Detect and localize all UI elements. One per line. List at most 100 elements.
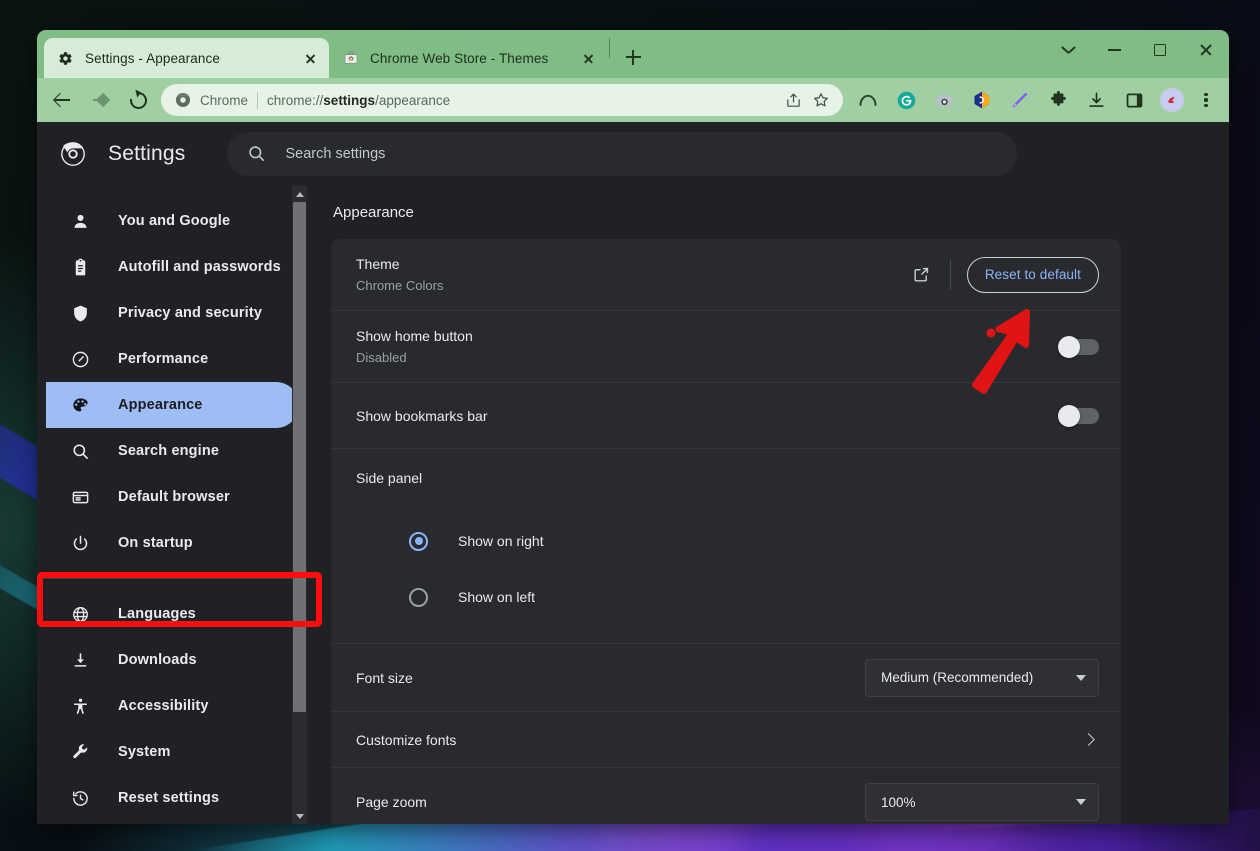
row-label: Side panel bbox=[356, 470, 423, 486]
speedometer-icon bbox=[69, 348, 91, 370]
section-title: Appearance bbox=[333, 204, 414, 221]
chrome-menu-icon[interactable] bbox=[1191, 85, 1221, 115]
radio-show-on-left[interactable]: Show on left bbox=[331, 569, 1121, 625]
arc-extension-icon[interactable] bbox=[851, 83, 885, 117]
show-bookmarks-bar-toggle[interactable] bbox=[1058, 404, 1099, 427]
row-label: Show bookmarks bar bbox=[356, 407, 488, 424]
sidebar-divider bbox=[37, 578, 307, 579]
radio-label: Show on right bbox=[458, 533, 544, 549]
wrench-icon bbox=[69, 741, 91, 763]
page-zoom-control: 100% bbox=[865, 783, 1099, 821]
page-zoom-select[interactable]: 100% bbox=[865, 783, 1099, 821]
history-restore-icon bbox=[69, 787, 91, 809]
forward-icon[interactable] bbox=[83, 83, 117, 117]
omnibox-actions bbox=[779, 86, 835, 114]
row-label: Theme bbox=[356, 256, 400, 272]
settings-body: You and Google Autofill and passwords Pr… bbox=[37, 186, 1229, 824]
sidebar-item-default-browser[interactable]: Default browser bbox=[37, 474, 307, 520]
scrollbar-track[interactable] bbox=[292, 202, 307, 808]
side-panel-icon[interactable] bbox=[1117, 83, 1151, 117]
select-value: Medium (Recommended) bbox=[881, 670, 1034, 685]
downloads-icon[interactable] bbox=[1079, 83, 1113, 117]
sidebar-item-autofill-and-passwords[interactable]: Autofill and passwords bbox=[37, 244, 307, 290]
share-icon[interactable] bbox=[779, 86, 807, 114]
vertical-divider bbox=[949, 259, 951, 290]
profile-avatar-icon[interactable] bbox=[1155, 83, 1189, 117]
close-window-button[interactable] bbox=[1183, 30, 1229, 70]
settings-sidebar: You and Google Autofill and passwords Pr… bbox=[37, 186, 322, 824]
sidebar-item-accessibility[interactable]: Accessibility bbox=[37, 683, 307, 729]
row-font-size[interactable]: Font size Medium (Recommended) bbox=[331, 644, 1121, 712]
tab-strip: Settings - Appearance Chrome Web Store -… bbox=[37, 30, 1229, 78]
tab-close-button[interactable] bbox=[299, 47, 321, 69]
magnifier-icon bbox=[69, 440, 91, 462]
honey-extension-icon[interactable] bbox=[965, 83, 999, 117]
address-bar[interactable]: Chrome chrome://settings/appearance bbox=[161, 84, 843, 116]
search-icon bbox=[247, 144, 267, 164]
scroll-down-arrow-icon[interactable] bbox=[292, 808, 307, 824]
row-theme[interactable]: Theme Chrome Colors Reset to default bbox=[331, 239, 1121, 311]
row-sublabel: Disabled bbox=[356, 350, 407, 365]
new-tab-button[interactable] bbox=[618, 42, 648, 72]
search-input[interactable]: Search settings bbox=[227, 132, 1018, 176]
sidebar-item-downloads[interactable]: Downloads bbox=[37, 637, 307, 683]
tab-chrome-web-store[interactable]: Chrome Web Store - Themes bbox=[329, 38, 607, 78]
maximize-button[interactable] bbox=[1137, 30, 1183, 70]
sidebar-item-privacy-and-security[interactable]: Privacy and security bbox=[37, 290, 307, 336]
radio-button-selected-icon[interactable] bbox=[409, 531, 428, 551]
grammarly-extension-icon[interactable] bbox=[889, 83, 923, 117]
reload-icon[interactable] bbox=[121, 83, 155, 117]
url-prefix: chrome:// bbox=[267, 92, 324, 108]
font-size-select[interactable]: Medium (Recommended) bbox=[865, 658, 1099, 697]
sidebar-item-reset-settings[interactable]: Reset settings bbox=[37, 775, 307, 821]
tab-search-chevron-icon[interactable] bbox=[1045, 30, 1091, 70]
sidebar-item-label: Accessibility bbox=[118, 698, 209, 714]
show-home-button-toggle[interactable] bbox=[1058, 335, 1099, 358]
row-customize-fonts[interactable]: Customize fonts bbox=[331, 712, 1121, 768]
sidebar-item-appearance[interactable]: Appearance bbox=[46, 382, 299, 428]
bookmark-star-icon[interactable] bbox=[807, 86, 835, 114]
row-sublabel: Chrome Colors bbox=[356, 278, 444, 293]
radio-show-on-right[interactable]: Show on right bbox=[331, 513, 1121, 569]
back-icon[interactable] bbox=[45, 83, 79, 117]
sidebar-item-on-startup[interactable]: On startup bbox=[37, 520, 307, 566]
browser-toolbar: Chrome chrome://settings/appearance bbox=[37, 78, 1229, 122]
external-link-icon[interactable] bbox=[904, 257, 940, 293]
extensions-puzzle-icon[interactable] bbox=[1041, 83, 1075, 117]
sidebar-item-label: Privacy and security bbox=[118, 305, 263, 321]
side-panel-header: Side panel bbox=[331, 449, 1121, 507]
home-button-control bbox=[1058, 335, 1099, 358]
reset-to-default-button[interactable]: Reset to default bbox=[966, 256, 1099, 293]
sidebar-scrollbar[interactable] bbox=[292, 186, 307, 824]
page-title: Settings bbox=[108, 142, 186, 165]
sidebar-item-search-engine[interactable]: Search engine bbox=[37, 428, 307, 474]
pen-extension-icon[interactable] bbox=[1003, 83, 1037, 117]
minimize-button[interactable] bbox=[1091, 30, 1137, 70]
tab-separator bbox=[609, 37, 610, 58]
radio-button-icon[interactable] bbox=[409, 587, 428, 607]
scrollbar-thumb[interactable] bbox=[293, 202, 306, 712]
sidebar-item-label: System bbox=[118, 744, 171, 760]
row-page-zoom[interactable]: Page zoom 100% bbox=[331, 768, 1121, 824]
sidebar-item-label: Default browser bbox=[118, 489, 230, 505]
appearance-section: Appearance Theme Chrome Colors Reset to … bbox=[331, 204, 1121, 824]
chevron-right-icon[interactable] bbox=[1082, 733, 1095, 746]
power-icon bbox=[69, 532, 91, 554]
sidebar-item-languages[interactable]: Languages bbox=[37, 591, 307, 637]
chrome-web-store-icon bbox=[342, 50, 359, 67]
tab-close-button[interactable] bbox=[577, 47, 599, 69]
sidebar-item-label: You and Google bbox=[118, 213, 231, 229]
tab-settings-appearance[interactable]: Settings - Appearance bbox=[44, 38, 329, 78]
window-controls bbox=[1045, 30, 1229, 78]
palette-icon bbox=[69, 394, 91, 416]
tab-title: Settings - Appearance bbox=[85, 50, 220, 66]
sidebar-item-performance[interactable]: Performance bbox=[37, 336, 307, 382]
theme-texts: Theme Chrome Colors bbox=[356, 256, 443, 293]
row-show-home-button[interactable]: Show home button Disabled bbox=[331, 311, 1121, 383]
row-show-bookmarks-bar[interactable]: Show bookmarks bar bbox=[331, 383, 1121, 449]
screenshot-extension-icon[interactable] bbox=[927, 83, 961, 117]
sidebar-item-system[interactable]: System bbox=[37, 729, 307, 775]
scroll-up-arrow-icon[interactable] bbox=[292, 186, 307, 202]
sidebar-item-you-and-google[interactable]: You and Google bbox=[37, 198, 307, 244]
home-button-texts: Show home button Disabled bbox=[356, 328, 473, 365]
